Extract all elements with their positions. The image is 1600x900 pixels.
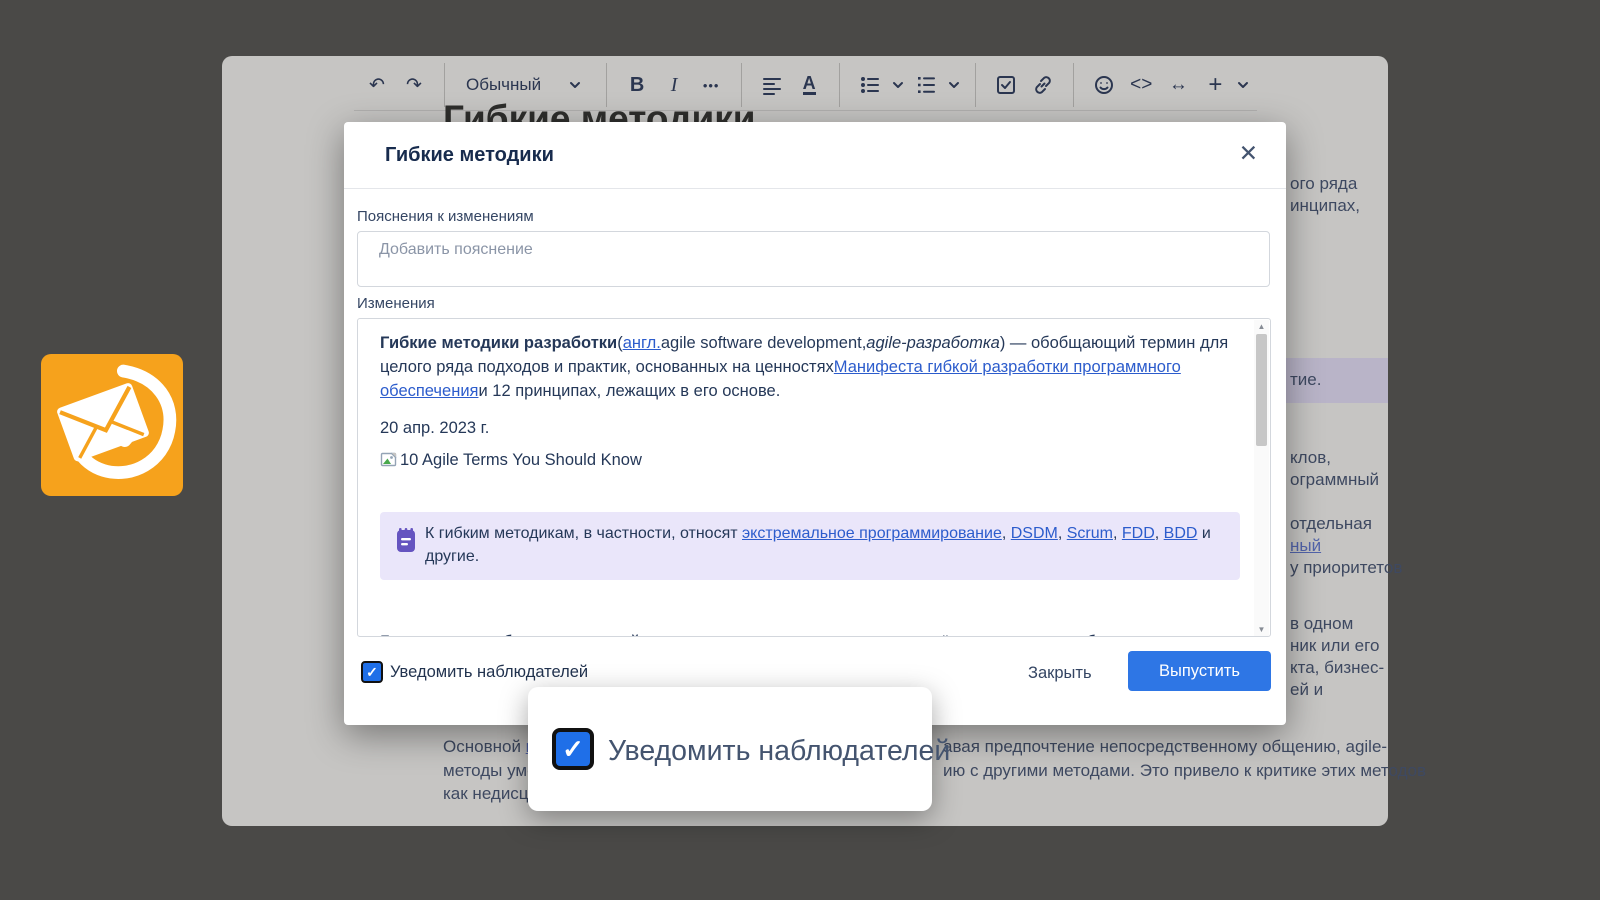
notify-watchers-label: Уведомить наблюдателей (390, 663, 588, 682)
numbered-list-button[interactable] (911, 67, 941, 103)
bg-text-fragment: ого ряда (1290, 174, 1357, 194)
text-color-button[interactable]: A (794, 67, 824, 103)
insert-more-button[interactable]: + (1200, 67, 1230, 103)
bg-text-fragment: отдельная (1290, 514, 1372, 534)
scrollbar[interactable]: ▲ ▼ (1254, 320, 1269, 636)
envelope-swirl-icon (41, 354, 183, 496)
task-checkbox-icon (996, 75, 1016, 95)
bg-text-fragment: ию с другими методами. Это привело к кри… (943, 761, 1426, 780)
publish-button[interactable]: Выпустить (1128, 651, 1271, 691)
text-color-label: A (803, 75, 816, 95)
close-button[interactable]: Закрыть (1016, 658, 1104, 689)
note-icon (396, 527, 416, 553)
code-block-button[interactable]: <> (1126, 67, 1156, 103)
preview-link[interactable]: экстремальное программирование (742, 525, 1002, 542)
info-panel-text: К гибким методикам, в частности, относят… (425, 522, 1215, 568)
preview-link[interactable]: англ. (623, 334, 661, 352)
layout-width-button[interactable]: ↔ (1163, 67, 1193, 103)
bg-text-fragment: у приоритетов (1290, 558, 1402, 578)
preview-link[interactable]: Scrum (1067, 525, 1113, 542)
task-list-button[interactable] (991, 67, 1021, 103)
bg-text-fragment: в одном (1290, 614, 1353, 634)
bg-text-fragment: Основной (443, 737, 526, 756)
toolbar-divider (975, 63, 976, 107)
mail-app-logo (41, 354, 183, 496)
changes-preview-panel: Гибкие методики разработки(англ.agile so… (357, 318, 1271, 637)
preview-link[interactable]: FDD (1122, 525, 1155, 542)
undo-button[interactable]: ↶ (362, 67, 392, 103)
magnified-checkbox-label: Уведомить наблюдателей (608, 735, 950, 768)
bg-text-fragment: тие. (1290, 370, 1321, 390)
info-panel: К гибким методикам, в частности, относят… (380, 512, 1240, 580)
magnified-checkbox: ✓ (552, 728, 594, 770)
bg-text-fragment: клов, (1290, 448, 1331, 468)
chevron-down-icon[interactable] (948, 81, 960, 89)
preview-link[interactable]: BDD (1164, 525, 1198, 542)
bg-paragraph-right: авая предпочтение непосредственному обще… (943, 735, 1426, 782)
close-icon[interactable]: ✕ (1239, 140, 1258, 167)
link-icon (1032, 74, 1054, 96)
bg-text-fragment: инципах, (1290, 196, 1360, 216)
image-alt-text: 10 Agile Terms You Should Know (400, 448, 642, 472)
chevron-down-icon[interactable] (1237, 81, 1249, 89)
preview-date: 20 апр. 2023 г. (380, 416, 489, 440)
align-icon (762, 75, 782, 95)
align-button[interactable] (757, 67, 787, 103)
preview-text: , (1058, 525, 1067, 542)
changes-preview-content: Гибкие методики разработки(англ.agile so… (358, 319, 1242, 637)
comment-input[interactable] (357, 231, 1270, 287)
preview-text: agile software development, (661, 334, 866, 352)
dialog-title: Гибкие методики (385, 144, 554, 167)
bg-text-fragment: ей и (1290, 680, 1323, 700)
bg-text-fragment: кта, бизнес- (1290, 658, 1384, 678)
scrollbar-thumb[interactable] (1256, 334, 1267, 446)
emoji-icon (1094, 75, 1114, 95)
bullet-list-icon (860, 75, 880, 95)
bg-text-fragment: ник или его (1290, 636, 1379, 656)
paragraph-style-label: Обычный (466, 75, 541, 95)
emoji-button[interactable] (1089, 67, 1119, 103)
broken-image-line: 10 Agile Terms You Should Know (380, 448, 642, 472)
redo-button[interactable]: ↷ (399, 67, 429, 103)
bg-text-fragment: методы уме (443, 761, 537, 780)
preview-text: , (1002, 525, 1011, 542)
preview-text: и 12 принципах, лежащих в его основе. (478, 382, 780, 400)
bg-link-fragment: ный (1290, 536, 1321, 556)
dialog-header: Гибкие методики ✕ (344, 122, 1286, 189)
bg-text-fragment: ограммный (1290, 470, 1379, 490)
preview-italic-text: agile-разработка (866, 334, 1000, 352)
chevron-down-icon (569, 81, 581, 89)
preview-link[interactable]: DSDM (1011, 525, 1058, 542)
broken-image-icon (380, 451, 398, 469)
magnifier-popup: ✓ Уведомить наблюдателей (528, 687, 932, 811)
bg-text-fragment: авая предпочтение непосредственному обще… (943, 737, 1387, 756)
preview-text: К гибким методикам, в частности, относят (425, 525, 742, 542)
preview-paragraph: Гибкие методики разработки(англ.agile so… (380, 331, 1238, 403)
publish-dialog: Гибкие методики ✕ Пояснения к изменениям… (344, 122, 1286, 725)
preview-bold-text: Гибкие методики разработки (380, 334, 617, 352)
chevron-down-icon[interactable] (892, 81, 904, 89)
clipped-preview-line: Большинство гибких методологий нацелены … (380, 630, 1242, 637)
preview-text: , (1155, 525, 1164, 542)
scroll-up-icon[interactable]: ▲ (1254, 322, 1269, 331)
comment-field-label: Пояснения к изменениям (357, 208, 534, 225)
bg-text-fragment: как недисц (443, 784, 529, 803)
scroll-down-icon[interactable]: ▼ (1254, 625, 1269, 634)
toolbar-divider (1073, 63, 1074, 107)
notify-watchers-checkbox[interactable]: ✓ (361, 661, 383, 683)
bg-paragraph-left: Основной м методы уме как недисц (443, 735, 537, 806)
preview-text: , (1113, 525, 1122, 542)
toolbar-divider (839, 63, 840, 107)
changes-field-label: Изменения (357, 295, 435, 312)
bullet-list-button[interactable] (855, 67, 885, 103)
insert-link-button[interactable] (1028, 67, 1058, 103)
numbered-list-icon (916, 75, 936, 95)
